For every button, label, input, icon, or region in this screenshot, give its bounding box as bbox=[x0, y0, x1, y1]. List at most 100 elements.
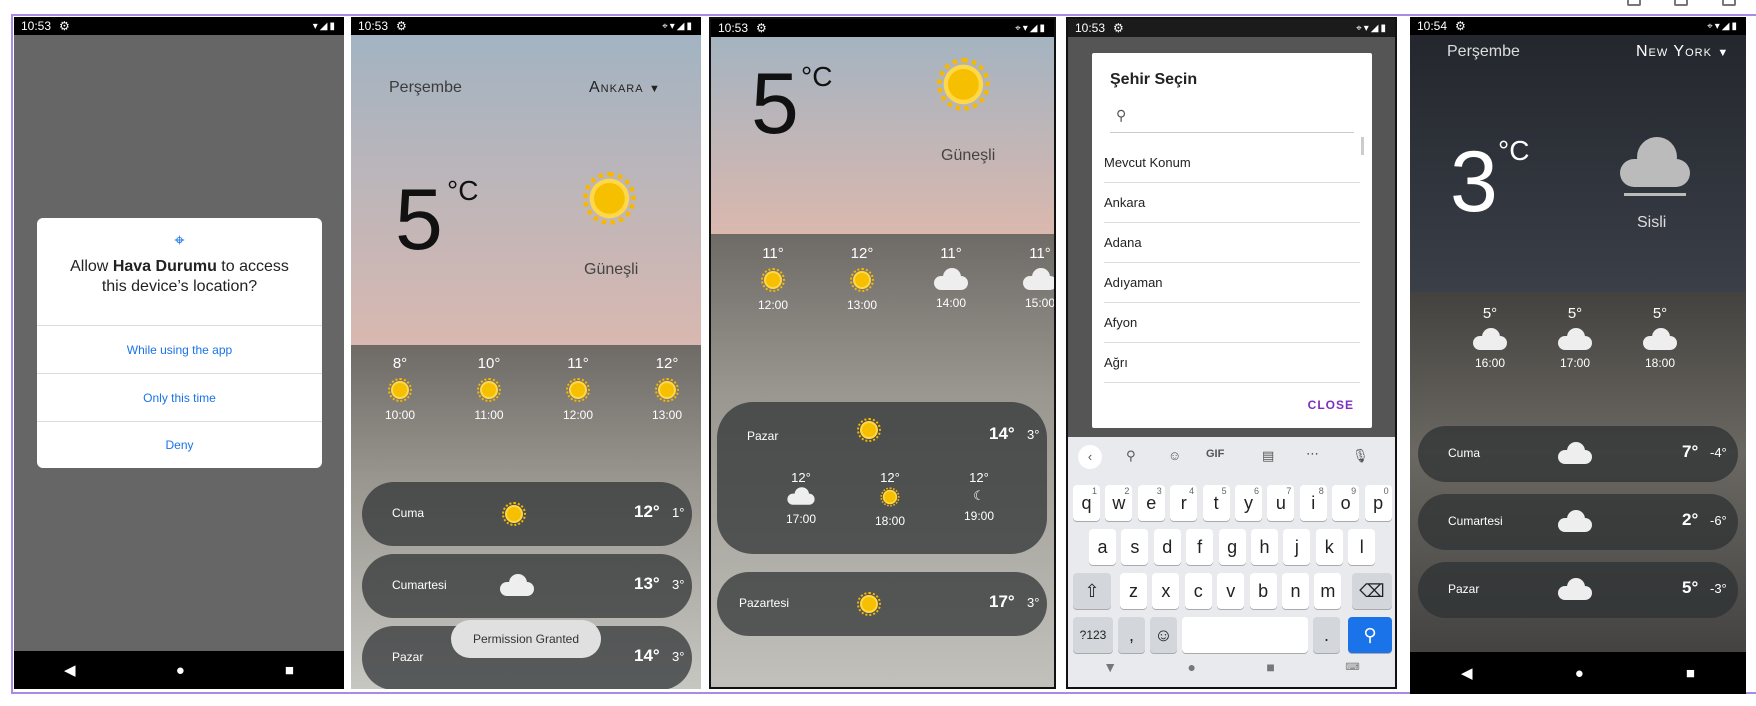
city-item[interactable]: Ankara bbox=[1104, 183, 1360, 223]
home-icon[interactable]: ● bbox=[176, 662, 185, 679]
status-bar: 10:53 ⚙ ⌖▾◢▮ bbox=[1068, 19, 1395, 37]
hour-item: 11° 12:00 bbox=[757, 245, 789, 312]
current-temp: 5 bbox=[395, 172, 443, 268]
day-row[interactable]: Cumartesi 2° -6° bbox=[1418, 494, 1738, 550]
letter-key[interactable]: i8 bbox=[1299, 485, 1327, 521]
city-item[interactable]: Mevcut Konum bbox=[1104, 143, 1360, 183]
sun-icon bbox=[880, 487, 900, 507]
close-button[interactable]: CLOSE bbox=[1308, 398, 1354, 412]
letter-key[interactable]: f bbox=[1186, 529, 1214, 565]
letter-key[interactable]: m bbox=[1314, 573, 1342, 609]
letter-key[interactable]: o9 bbox=[1332, 485, 1360, 521]
letter-key[interactable]: b bbox=[1249, 573, 1277, 609]
letter-key[interactable]: r4 bbox=[1170, 485, 1198, 521]
home-icon[interactable]: ● bbox=[1188, 659, 1196, 675]
letter-key[interactable]: n bbox=[1282, 573, 1309, 609]
day-row[interactable]: Cuma 12° 1° bbox=[362, 482, 692, 546]
gif-button[interactable]: GIF bbox=[1206, 448, 1224, 460]
key-label: , bbox=[1128, 625, 1134, 645]
phone-3: 10:53 ⚙ ⌖▾◢▮ 5 °C Güneşli 11° 12:00 12° 13:0… bbox=[709, 17, 1056, 689]
letter-key[interactable]: u7 bbox=[1267, 485, 1295, 521]
back-icon[interactable]: ◀ bbox=[64, 661, 76, 679]
letter-key[interactable]: c bbox=[1184, 573, 1212, 609]
letter-key[interactable]: v bbox=[1217, 573, 1245, 609]
back-icon[interactable]: ◀ bbox=[1461, 664, 1473, 682]
chevron-left-icon[interactable]: ‹ bbox=[1078, 445, 1102, 469]
letter-key[interactable]: e3 bbox=[1137, 485, 1165, 521]
letter-key[interactable]: a bbox=[1089, 529, 1116, 565]
letter-key[interactable]: l bbox=[1348, 529, 1376, 565]
letter-key[interactable]: t5 bbox=[1202, 485, 1230, 521]
temp-unit: °C bbox=[1498, 135, 1530, 166]
letter-key[interactable]: x bbox=[1152, 573, 1180, 609]
partly-cloudy-icon bbox=[1023, 268, 1054, 290]
only-this-time-button[interactable]: Only this time bbox=[37, 373, 322, 421]
mic-icon[interactable]: 🎙 bbox=[1352, 448, 1369, 464]
scrollbar[interactable] bbox=[1361, 137, 1364, 155]
deny-button[interactable]: Deny bbox=[37, 421, 322, 468]
key-label: t bbox=[1213, 493, 1219, 513]
letter-key[interactable]: g bbox=[1218, 529, 1246, 565]
share-icon[interactable] bbox=[1627, 0, 1641, 6]
dropdown-icon[interactable]: ▼ bbox=[1717, 47, 1729, 59]
keyboard-icon[interactable]: ⌨ bbox=[1345, 662, 1359, 673]
signal-icons: ⌖▾◢▮ bbox=[1356, 22, 1388, 34]
letter-key[interactable]: y6 bbox=[1235, 485, 1262, 521]
day-row[interactable]: Pazartesi 17° 3° bbox=[717, 572, 1047, 636]
settings-icon: ⚙ bbox=[1455, 19, 1466, 33]
home-icon[interactable]: ● bbox=[1575, 665, 1584, 682]
recents-icon[interactable]: ■ bbox=[285, 662, 294, 679]
back-icon[interactable]: ▼ bbox=[1103, 659, 1117, 675]
sun-icon bbox=[477, 378, 501, 402]
city-item[interactable]: Ağrı bbox=[1104, 343, 1360, 383]
city-selector[interactable]: New York ▼ bbox=[1636, 43, 1729, 61]
search-field[interactable]: ⚲ bbox=[1110, 103, 1354, 133]
letter-key[interactable]: k bbox=[1315, 529, 1343, 565]
letter-key[interactable]: p0 bbox=[1364, 485, 1392, 521]
letter-key[interactable]: z bbox=[1120, 573, 1147, 609]
dialog-title: Şehir Seçin bbox=[1110, 71, 1198, 88]
city-item[interactable]: Afyon bbox=[1104, 303, 1360, 343]
window-icon[interactable] bbox=[1722, 0, 1736, 6]
key-label: i bbox=[1311, 493, 1316, 513]
emoji-key[interactable]: ☺ bbox=[1150, 617, 1177, 653]
letter-key[interactable]: d bbox=[1153, 529, 1181, 565]
day-row[interactable]: Cuma 7° -4° bbox=[1418, 426, 1738, 482]
clipboard-icon[interactable]: ▤ bbox=[1262, 448, 1274, 464]
backspace-key[interactable]: ⌫ bbox=[1352, 573, 1392, 609]
hour-item: 8° 10:00 bbox=[384, 355, 416, 422]
condition-label: Sisli bbox=[1637, 214, 1667, 231]
settings-icon: ⚙ bbox=[396, 19, 407, 33]
day-row[interactable]: Pazar 5° -3° bbox=[1418, 562, 1738, 618]
letter-key[interactable]: s bbox=[1121, 529, 1149, 565]
dropdown-icon[interactable]: ▼ bbox=[649, 83, 661, 95]
partly-cloudy-icon bbox=[1558, 510, 1592, 532]
search-key[interactable]: ⚲ bbox=[1348, 617, 1392, 653]
more-icon[interactable]: ⋯ bbox=[1306, 446, 1319, 462]
letter-key[interactable]: w2 bbox=[1105, 485, 1133, 521]
key-label: d bbox=[1162, 537, 1173, 557]
recents-icon[interactable]: ■ bbox=[1686, 665, 1695, 682]
shift-key[interactable]: ⇧ bbox=[1073, 573, 1111, 609]
symbols-key[interactable]: ?123 bbox=[1073, 617, 1113, 653]
search-icon[interactable]: ⚲ bbox=[1126, 448, 1136, 464]
high-temp: 14° bbox=[989, 424, 1015, 443]
letter-key[interactable]: h bbox=[1251, 529, 1278, 565]
period-key[interactable]: . bbox=[1313, 617, 1340, 653]
comma-key[interactable]: , bbox=[1118, 617, 1145, 653]
expanded-day-card[interactable]: Pazar 14° 3° 12° 17:00 12° 18:00 12° ☾ 19:00 bbox=[717, 402, 1047, 554]
spacebar[interactable] bbox=[1182, 617, 1308, 653]
city-item[interactable]: Adıyaman bbox=[1104, 263, 1360, 303]
city-item[interactable]: Adana bbox=[1104, 223, 1360, 263]
letter-key[interactable]: q1 bbox=[1073, 485, 1100, 521]
while-using-button[interactable]: While using the app bbox=[37, 325, 322, 373]
sticker-icon[interactable]: ☺ bbox=[1168, 448, 1181, 463]
copy-icon[interactable] bbox=[1674, 0, 1688, 6]
letter-key[interactable]: j bbox=[1283, 529, 1311, 565]
recents-icon[interactable]: ■ bbox=[1266, 659, 1274, 675]
city-selector[interactable]: Ankara ▼ bbox=[589, 79, 661, 97]
key-label: p bbox=[1373, 493, 1384, 513]
partly-cloudy-icon bbox=[500, 574, 534, 596]
clock: 10:53 bbox=[1075, 21, 1106, 35]
day-row[interactable]: Cumartesi 13° 3° bbox=[362, 554, 692, 618]
